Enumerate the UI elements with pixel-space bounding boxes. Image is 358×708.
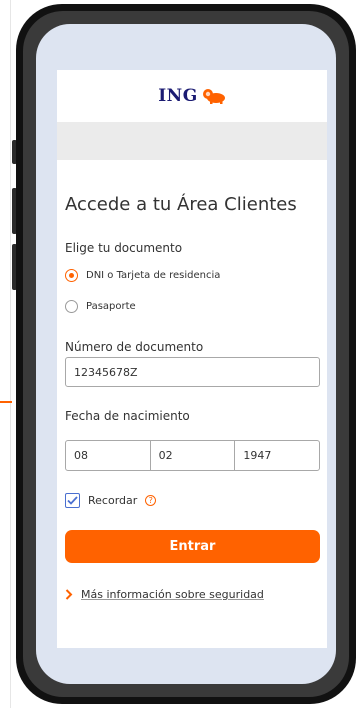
birth-day-input[interactable]: 08 <box>66 441 151 470</box>
doc-number-input[interactable] <box>65 357 320 387</box>
phone-screen: ING Accede a tu Área Clientes Elige tu d… <box>36 24 336 684</box>
radio-passport[interactable]: Pasaporte <box>65 300 136 313</box>
radio-dni-label: DNI o Tarjeta de residencia <box>86 270 221 281</box>
radio-dni-indicator[interactable] <box>65 269 78 282</box>
phone-frame: ING Accede a tu Área Clientes Elige tu d… <box>16 4 356 704</box>
header: ING <box>57 70 327 122</box>
help-icon[interactable]: ? <box>145 495 157 506</box>
birth-date-label: Fecha de nacimiento <box>65 409 190 423</box>
phone-bezel: ING Accede a tu Área Clientes Elige tu d… <box>23 11 349 697</box>
security-info-link[interactable]: Más información sobre seguridad <box>65 588 264 601</box>
birth-month-input[interactable]: 02 <box>151 441 236 470</box>
submit-button[interactable]: Entrar <box>65 530 320 563</box>
ing-logo: ING <box>158 86 226 106</box>
page-edge-line <box>10 0 11 708</box>
checkmark-icon <box>67 496 78 505</box>
page-accent-line <box>0 401 12 403</box>
remember-row: Recordar ? <box>65 493 157 508</box>
security-info-text: Más información sobre seguridad <box>81 588 264 601</box>
doc-number-label: Número de documento <box>65 340 204 354</box>
lion-icon <box>202 89 225 104</box>
remember-label: Recordar <box>88 494 138 507</box>
radio-passport-indicator[interactable] <box>65 300 78 313</box>
remember-checkbox[interactable] <box>65 493 80 508</box>
header-card: ING <box>57 70 327 160</box>
radio-dni[interactable]: DNI o Tarjeta de residencia <box>65 269 220 282</box>
logo-text: ING <box>158 86 198 106</box>
header-band <box>57 122 327 160</box>
page-title: Accede a tu Área Clientes <box>65 194 297 215</box>
radio-passport-label: Pasaporte <box>86 301 136 312</box>
birth-year-input[interactable]: 1947 <box>235 441 319 470</box>
doc-type-label: Elige tu documento <box>65 241 183 255</box>
birth-date-field: 08 02 1947 <box>65 440 320 471</box>
chevron-right-icon <box>65 589 73 600</box>
login-form: Accede a tu Área Clientes Elige tu docum… <box>57 160 327 648</box>
